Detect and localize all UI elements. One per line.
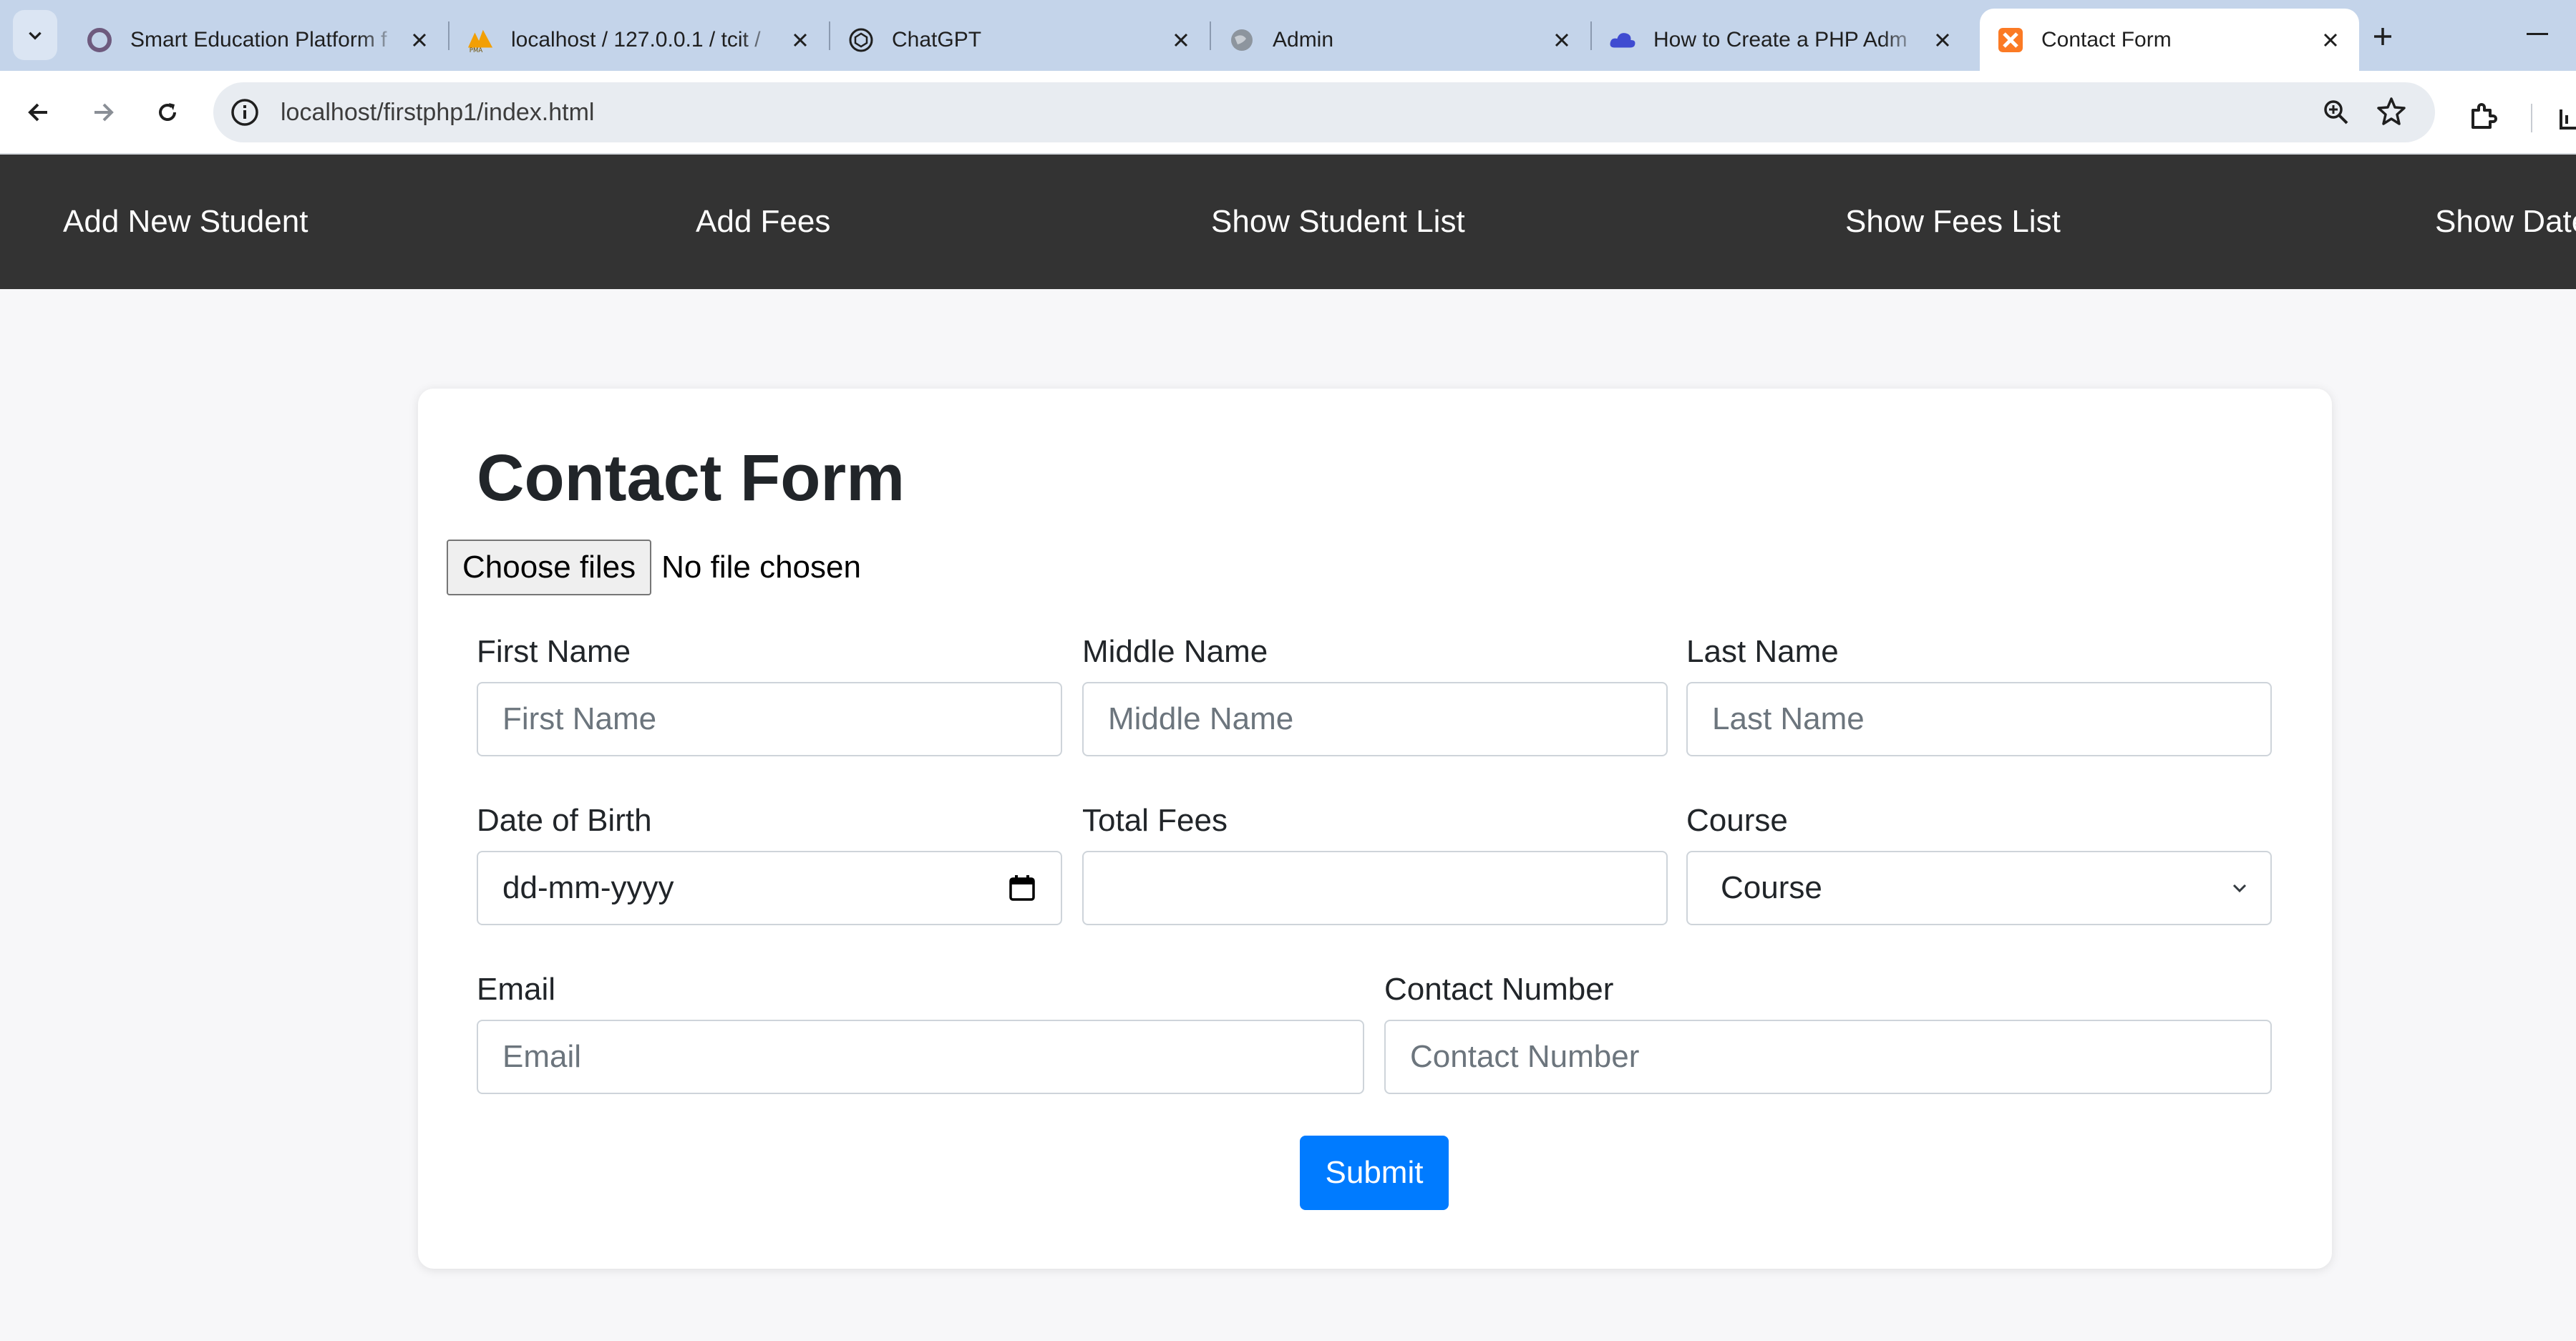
last-name-input[interactable]: Last Name xyxy=(1686,682,2272,756)
circle-logo-icon xyxy=(86,26,113,54)
svg-text:PMA: PMA xyxy=(470,47,483,54)
nav-show-fees-list[interactable]: Show Fees List xyxy=(1845,155,2061,289)
first-name-label: First Name xyxy=(477,634,631,669)
course-selected-value: Course xyxy=(1721,870,1822,905)
email-input[interactable]: Email xyxy=(477,1020,1364,1094)
site-info-icon[interactable] xyxy=(229,97,261,128)
bookmark-star-icon[interactable] xyxy=(2373,94,2409,130)
chevron-down-icon xyxy=(29,31,42,40)
choose-files-button[interactable]: Choose files xyxy=(447,540,652,595)
close-icon[interactable] xyxy=(407,27,432,53)
form-title: Contact Form xyxy=(477,442,905,515)
browser-tab[interactable]: PMA localhost / 127.0.0.1 / tcit / xyxy=(449,9,829,71)
tab-title: How to Create a PHP Adm xyxy=(1653,27,1907,52)
dob-label: Date of Birth xyxy=(477,803,652,838)
browser-tab-active[interactable]: Contact Form xyxy=(1980,9,2359,71)
close-icon[interactable] xyxy=(787,27,813,53)
browser-tab[interactable]: Admin xyxy=(1211,9,1590,71)
extensions-button[interactable] xyxy=(2464,97,2504,137)
submit-button[interactable]: Submit xyxy=(1300,1136,1449,1210)
address-bar[interactable]: localhost/firstphp1/index.html xyxy=(213,82,2435,142)
calendar-icon[interactable] xyxy=(1008,874,1036,902)
close-icon[interactable] xyxy=(1930,27,1955,53)
contact-form-card: Contact Form Choose files No file chosen… xyxy=(418,389,2332,1269)
last-name-label: Last Name xyxy=(1686,634,1839,669)
puzzle-icon xyxy=(2471,103,2497,129)
tab-title: Smart Education Platform f xyxy=(130,27,387,52)
url-text[interactable]: localhost/firstphp1/index.html xyxy=(281,82,594,142)
nav-show-student-list[interactable]: Show Student List xyxy=(1211,155,1465,289)
tab-title: Admin xyxy=(1273,27,1334,52)
total-fees-group: Total Fees xyxy=(1082,801,1668,925)
new-tab-button[interactable] xyxy=(2363,17,2402,56)
zoom-icon[interactable] xyxy=(2319,95,2353,130)
browser-tab[interactable]: How to Create a PHP Adm xyxy=(1592,9,1971,71)
dob-group: Date of Birth dd-mm-yyyy xyxy=(477,801,1062,925)
tab-title: ChatGPT xyxy=(892,27,982,52)
course-select[interactable]: Course xyxy=(1686,851,2272,925)
globe-icon xyxy=(1228,26,1255,54)
contact-number-input[interactable]: Contact Number xyxy=(1384,1020,2272,1094)
chatgpt-icon xyxy=(847,26,875,54)
middle-name-input[interactable]: Middle Name xyxy=(1082,682,1668,756)
plus-icon xyxy=(2374,28,2391,45)
file-upload: Choose files No file chosen xyxy=(447,539,861,596)
back-button[interactable] xyxy=(14,88,63,137)
file-status-text: No file chosen xyxy=(661,550,861,585)
tab-search-button[interactable] xyxy=(13,10,57,60)
tab-title: localhost / 127.0.0.1 / tcit / xyxy=(511,27,761,52)
dob-input[interactable]: dd-mm-yyyy xyxy=(477,851,1062,925)
course-label: Course xyxy=(1686,803,1788,838)
nav-add-fees[interactable]: Add Fees xyxy=(696,155,830,289)
reload-button[interactable] xyxy=(143,88,192,137)
phpmyadmin-icon: PMA xyxy=(467,26,494,54)
reload-icon xyxy=(159,103,176,121)
first-name-input[interactable]: First Name xyxy=(477,682,1062,756)
close-icon[interactable] xyxy=(1549,27,1575,53)
nav-add-new-student[interactable]: Add New Student xyxy=(63,155,308,289)
xampp-icon xyxy=(1997,26,2024,54)
course-group: Course Course xyxy=(1686,801,2272,925)
browser-tab[interactable]: ChatGPT xyxy=(830,9,1210,71)
side-panel-icon xyxy=(2560,109,2576,130)
browser-toolbar: localhost/firstphp1/index.html xyxy=(0,71,2576,155)
minimize-button[interactable] xyxy=(2527,33,2548,35)
side-panel-button[interactable] xyxy=(2545,99,2576,135)
contact-number-label: Contact Number xyxy=(1384,972,1614,1007)
middle-name-group: Middle Name Middle Name xyxy=(1082,632,1668,756)
close-icon[interactable] xyxy=(1168,27,1194,53)
forward-button[interactable] xyxy=(79,88,127,137)
dob-placeholder: dd-mm-yyyy xyxy=(502,870,674,905)
chevron-down-icon xyxy=(2232,884,2247,893)
browser-tab-bar: Smart Education Platform f PMA localhost… xyxy=(0,0,2576,71)
arrow-right-icon xyxy=(94,103,114,122)
middle-name-label: Middle Name xyxy=(1082,634,1268,669)
close-icon[interactable] xyxy=(2318,27,2343,53)
arrow-left-icon xyxy=(28,103,47,122)
top-navigation: Add New Student Add Fees Show Student Li… xyxy=(0,155,2576,289)
browser-tab[interactable]: Smart Education Platform f xyxy=(69,9,448,71)
nav-show-date[interactable]: Show Date xyxy=(2435,155,2576,289)
first-name-group: First Name First Name xyxy=(477,632,1062,756)
tab-title: Contact Form xyxy=(2041,27,2172,52)
contact-number-group: Contact Number Contact Number xyxy=(1384,970,2272,1094)
last-name-group: Last Name Last Name xyxy=(1686,632,2272,756)
cloud-icon xyxy=(1609,26,1636,54)
email-label: Email xyxy=(477,972,556,1007)
email-group: Email Email xyxy=(477,970,1364,1094)
total-fees-input[interactable] xyxy=(1082,851,1668,925)
total-fees-label: Total Fees xyxy=(1082,803,1228,838)
